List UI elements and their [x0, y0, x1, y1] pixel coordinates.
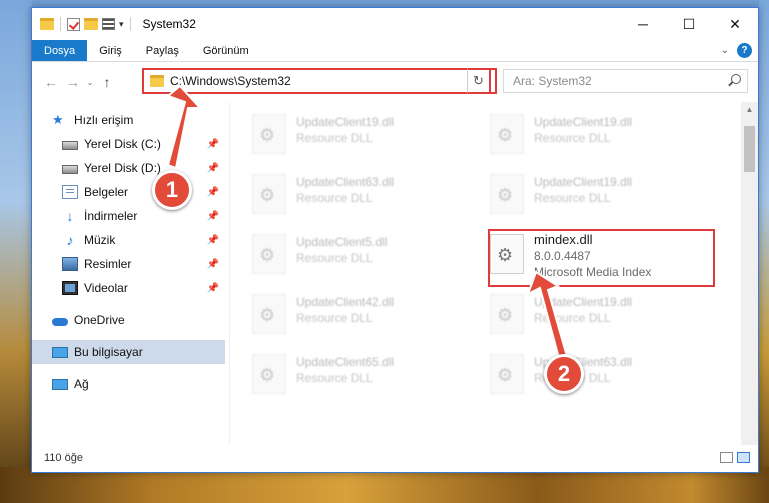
step-2-badge: 2 [544, 354, 584, 394]
annotation-arrows [166, 84, 570, 364]
step-1-badge: 1 [152, 170, 192, 210]
